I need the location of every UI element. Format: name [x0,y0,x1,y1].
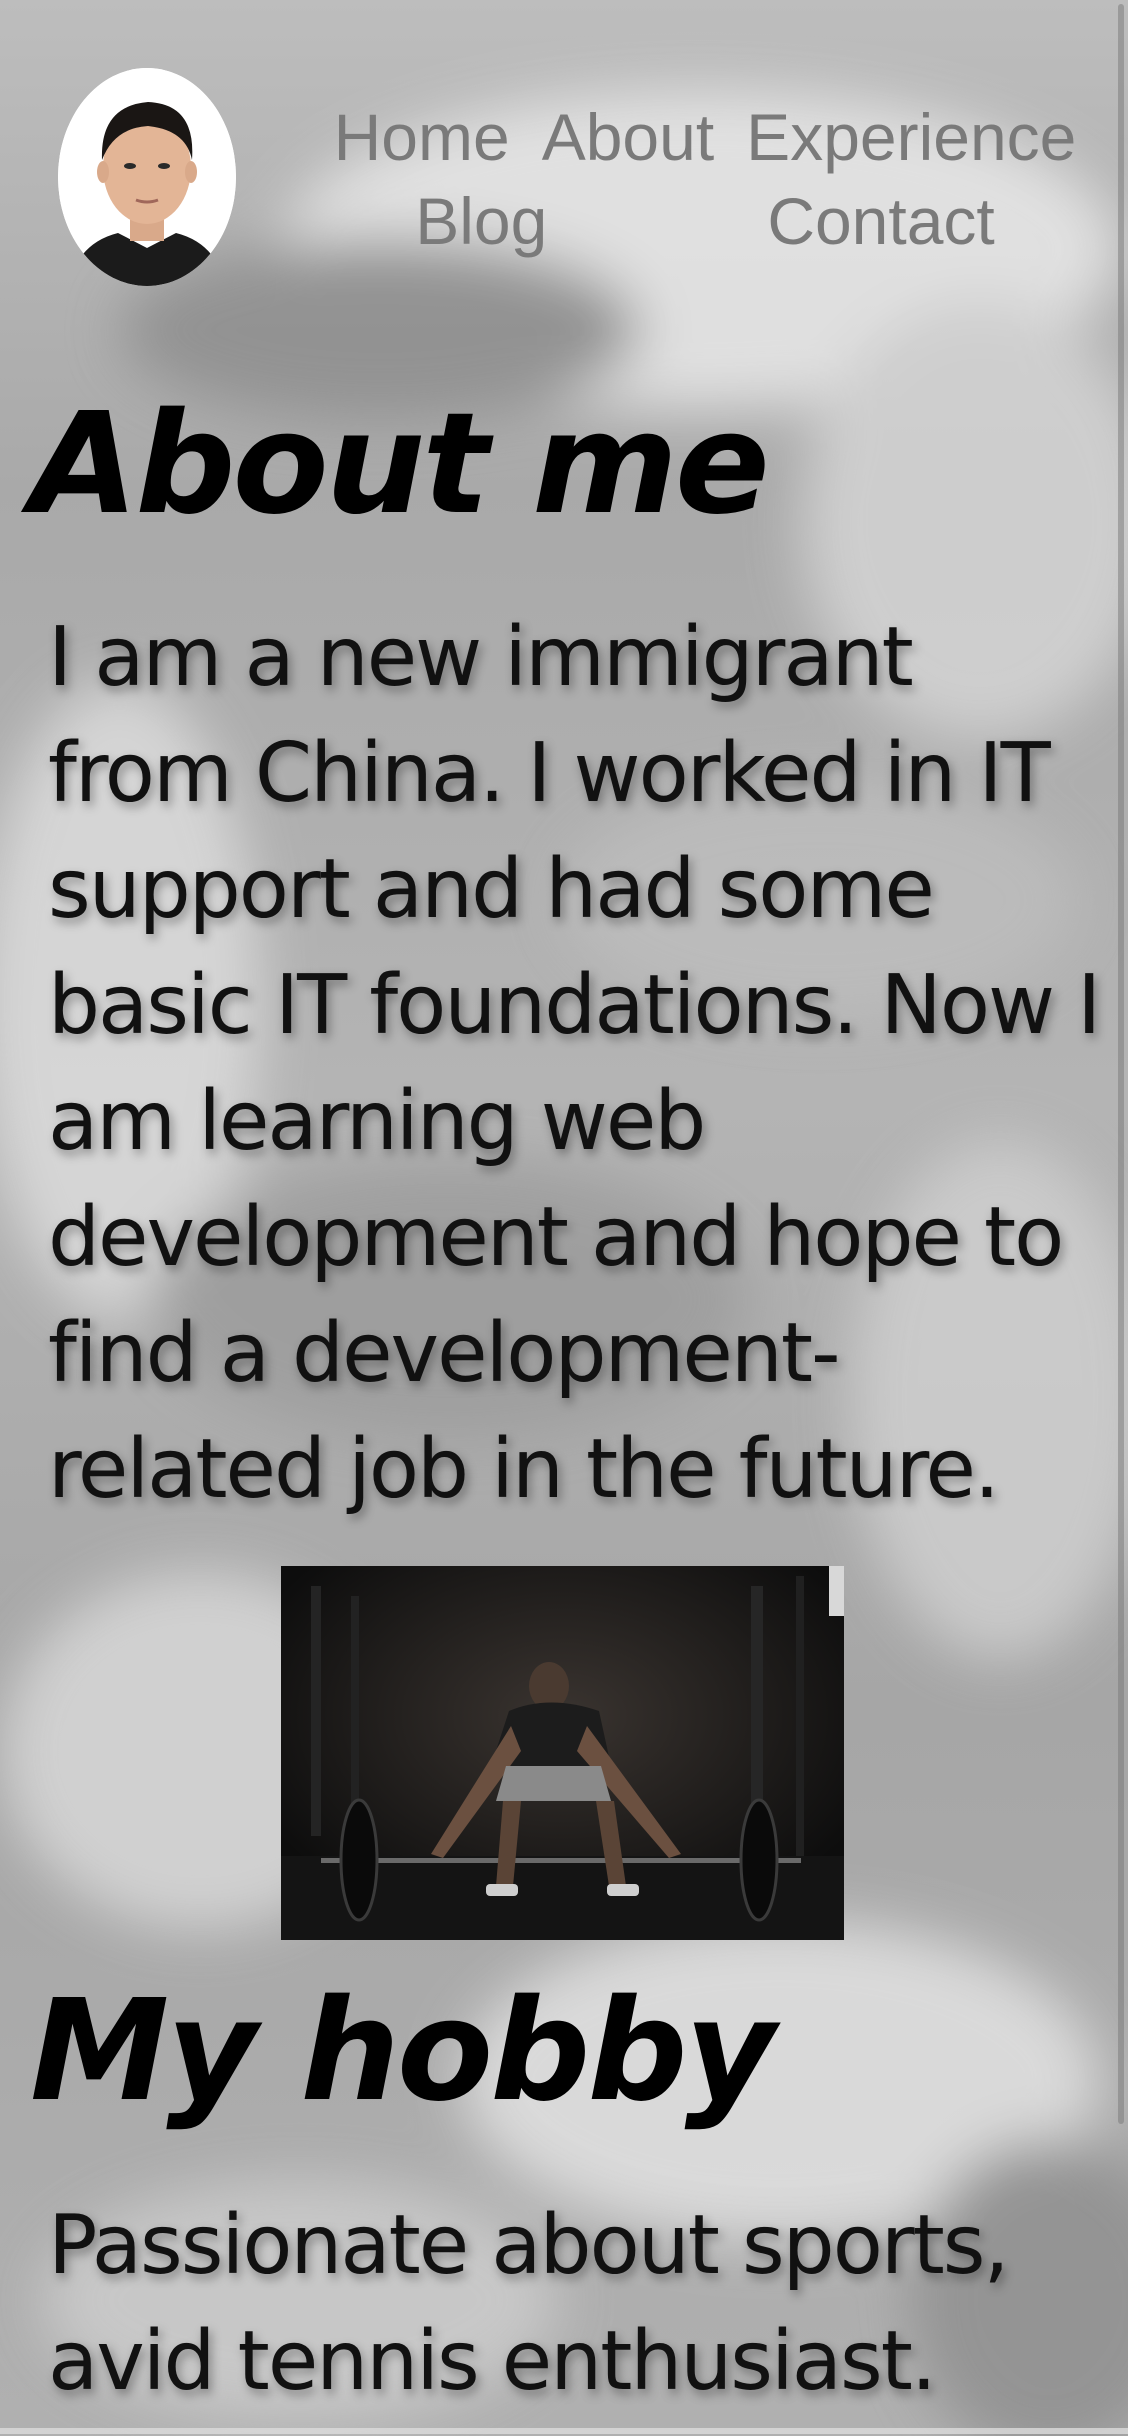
nav-link-about[interactable]: About [542,104,714,170]
hobby-text: Passionate about sports, avid tennis ent… [48,2198,1010,2409]
about-text: I am a new immigrant from China. I worke… [48,610,1101,1517]
deadlift-image [281,1566,844,1940]
horizontal-scrollbar[interactable] [0,2428,1128,2434]
nav-link-experience[interactable]: Experience [746,104,1076,170]
page: Home About Experience Blog Contact About… [0,0,1128,2436]
weightlifting-photo [281,1566,844,1940]
about-heading: About me [30,383,770,546]
nav-link-home[interactable]: Home [334,104,510,170]
nav-row-1: Home About Experience [290,95,1120,179]
avatar [58,68,236,286]
nav-row-2: Blog Contact [290,179,1120,263]
nav-link-blog[interactable]: Blog [415,188,547,254]
main-nav: Home About Experience Blog Contact [290,95,1120,263]
portrait-image [58,68,236,286]
vertical-scrollbar[interactable] [1118,4,1124,2124]
nav-link-contact[interactable]: Contact [767,188,994,254]
hobby-heading: My hobby [30,1970,776,2133]
